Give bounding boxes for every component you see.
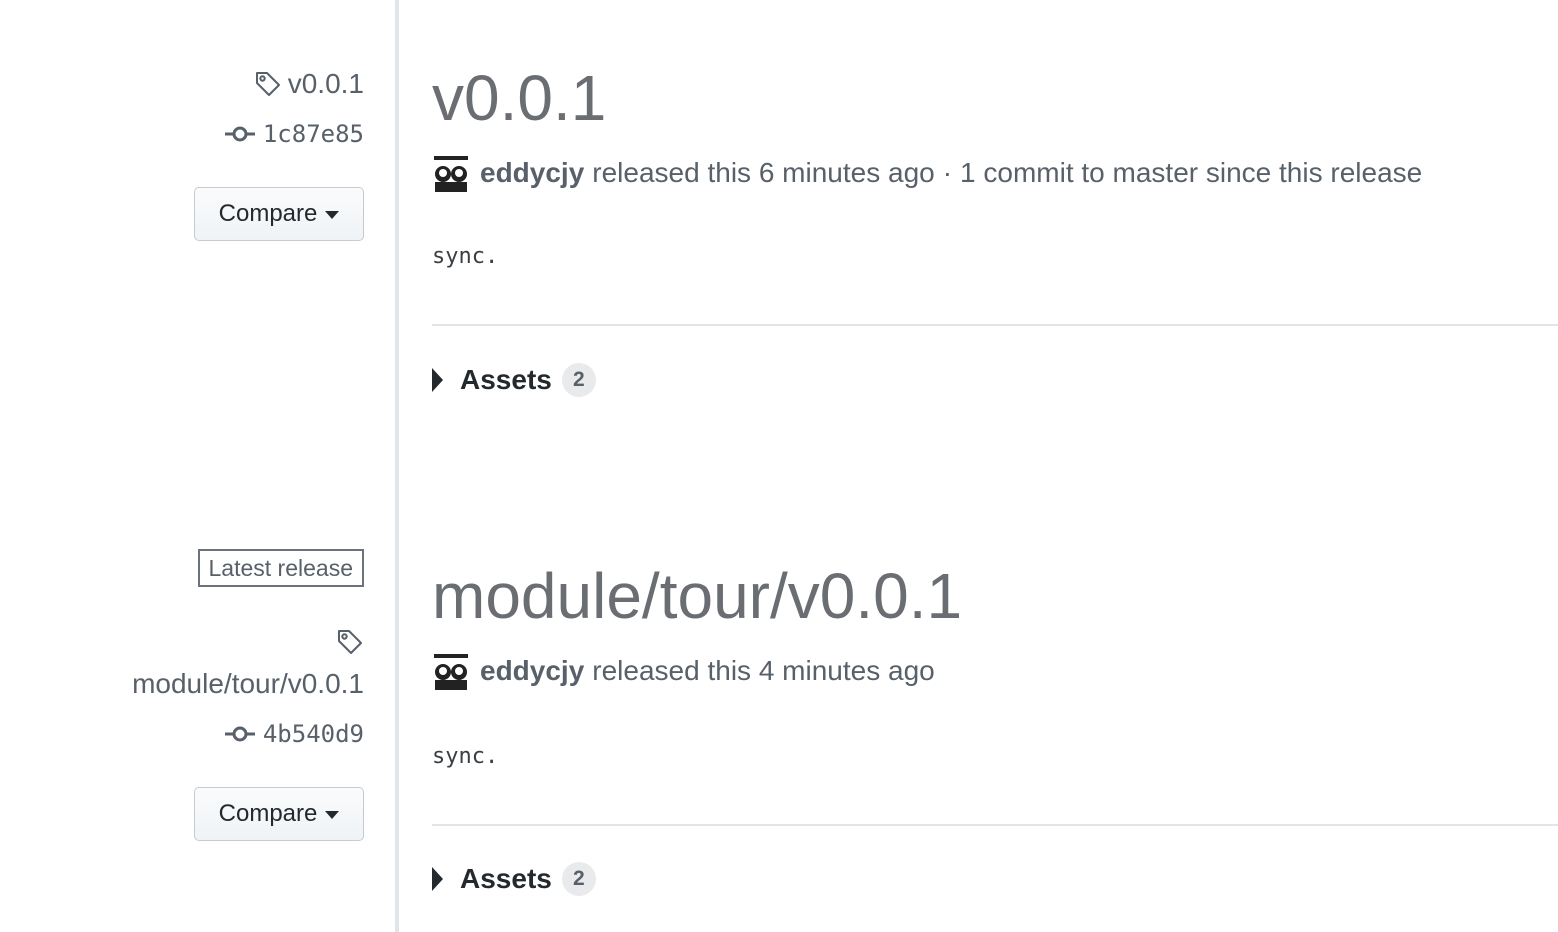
latest-release-badge: Latest release (197, 549, 364, 587)
assets-toggle[interactable]: Assets 2 (432, 862, 596, 896)
commit-sha: 4b540d9 (262, 720, 364, 748)
commits-since-link[interactable]: 1 commit to master since this release (960, 157, 1422, 189)
released-time: released this 4 minutes ago (592, 655, 935, 686)
caret-right-icon (432, 867, 443, 891)
byline-separator: · (942, 157, 953, 188)
tag-icon (336, 628, 364, 661)
release-tag-label: module/tour/v0.0.1 (132, 668, 364, 699)
release-commit[interactable]: 1c87e85 (224, 120, 364, 148)
compare-button[interactable]: Compare (194, 187, 364, 241)
author-link[interactable]: eddycjy (480, 157, 584, 189)
released-time: released this 6 minutes ago (592, 157, 935, 188)
release-byline: eddycjy released this 6 minutes ago · 1 … (432, 154, 1422, 192)
release-entry: Latest release module/tour/v0.0.1 4b540d… (0, 500, 1558, 932)
release-tag[interactable]: module/tour/v0.0.1 (132, 668, 364, 700)
compare-button[interactable]: Compare (194, 787, 364, 841)
release-title[interactable]: module/tour/v0.0.1 (432, 564, 962, 628)
git-commit-icon (224, 124, 255, 144)
releases-page: v0.0.1 1c87e85 Compare v0.0.1 eddycjy re… (0, 0, 1558, 932)
assets-label: Assets (460, 364, 552, 395)
compare-button-label: Compare (218, 800, 318, 827)
release-byline: eddycjy released this 4 minutes ago (432, 652, 935, 690)
tag-icon (254, 70, 282, 98)
release-notes: sync. (432, 244, 499, 269)
author-link[interactable]: eddycjy (480, 655, 584, 687)
assets-label: Assets (460, 863, 552, 894)
release-tag-label: v0.0.1 (287, 68, 364, 99)
compare-button-label: Compare (218, 200, 318, 227)
divider (432, 824, 1558, 826)
assets-count-badge: 2 (561, 363, 596, 397)
caret-down-icon (325, 211, 340, 219)
commit-sha: 1c87e85 (262, 120, 364, 148)
assets-toggle[interactable]: Assets 2 (432, 363, 596, 397)
divider (432, 324, 1558, 326)
caret-down-icon (325, 811, 340, 819)
release-tag[interactable]: v0.0.1 (254, 68, 364, 100)
git-commit-icon (224, 724, 255, 744)
release-commit[interactable]: 4b540d9 (224, 720, 364, 748)
avatar[interactable] (432, 652, 470, 690)
avatar[interactable] (432, 154, 470, 192)
release-title[interactable]: v0.0.1 (432, 66, 606, 130)
release-entry: v0.0.1 1c87e85 Compare v0.0.1 eddycjy re… (0, 0, 1558, 460)
caret-right-icon (432, 368, 443, 392)
assets-count-badge: 2 (561, 862, 596, 896)
release-notes: sync. (432, 744, 499, 769)
